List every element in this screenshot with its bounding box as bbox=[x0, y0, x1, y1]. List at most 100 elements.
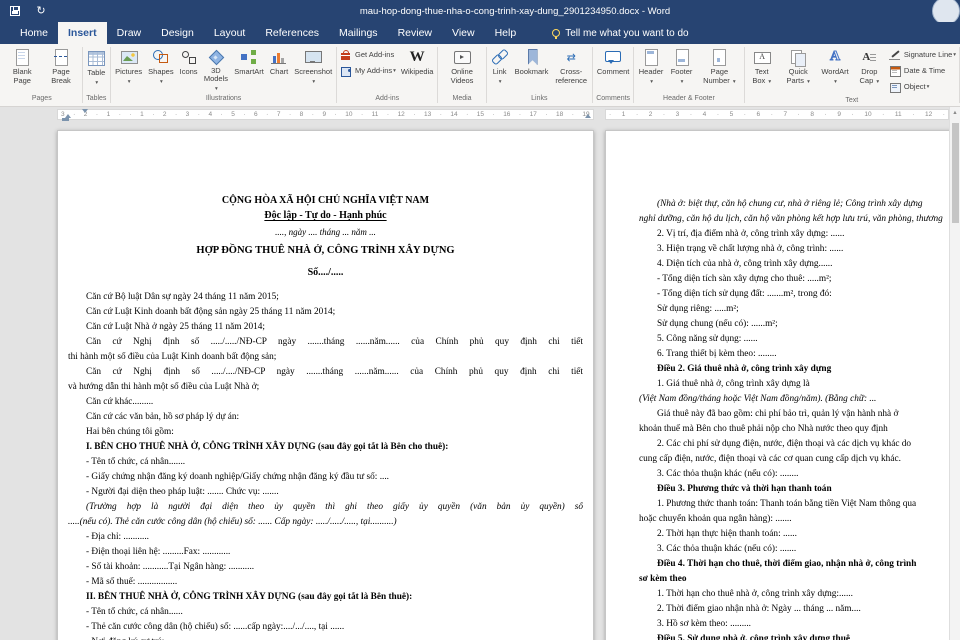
tab-view[interactable]: View bbox=[442, 22, 485, 44]
doc-line: II. BÊN THUÊ NHÀ Ở, CÔNG TRÌNH XÂY DỰNG … bbox=[68, 590, 583, 605]
chart-label: Chart bbox=[270, 67, 288, 76]
screenshot-button[interactable]: Screenshot ▾ bbox=[292, 45, 334, 93]
ruler-mark: 6 bbox=[757, 110, 761, 120]
my-add-ins-button[interactable]: My Add-ins ▾ bbox=[340, 63, 396, 78]
pictures-button[interactable]: Pictures ▾ bbox=[113, 45, 144, 93]
wordart-button[interactable]: A WordArt ▾ bbox=[819, 45, 850, 93]
quick-parts-button[interactable]: Quick Parts ▾ bbox=[779, 45, 817, 93]
ruler-mark: · bbox=[266, 110, 268, 120]
ribbon-group-add-ins: Get Add-ins My Add-ins ▾ W Wikipedia Add… bbox=[337, 44, 437, 106]
tab-insert[interactable]: Insert bbox=[58, 22, 107, 44]
object-button[interactable]: Object ▾ bbox=[889, 79, 956, 94]
icons-button[interactable]: Icons bbox=[178, 45, 200, 93]
table-button[interactable]: Table ▾ bbox=[84, 45, 108, 93]
get-add-ins-button[interactable]: Get Add-ins bbox=[340, 47, 396, 62]
tab-references[interactable]: References bbox=[255, 22, 329, 44]
doc-line: Căn cứ khác......... bbox=[68, 395, 583, 410]
ruler-mark: · bbox=[609, 110, 611, 120]
comment-label: Comment bbox=[597, 67, 630, 76]
right-indent-marker[interactable] bbox=[585, 114, 591, 118]
undo-button[interactable]: ↻ bbox=[34, 4, 48, 18]
comment-button[interactable]: Comment bbox=[595, 45, 632, 93]
ruler-mark: · bbox=[73, 110, 75, 120]
drop-cap-label: Drop Cap bbox=[860, 67, 878, 85]
ribbon-tab-bar: Home Insert Draw Design Layout Reference… bbox=[0, 22, 960, 44]
page1-content: CỘNG HÒA XÃ HỘI CHỦ NGHĨA VIỆT NAMĐộc lậ… bbox=[58, 131, 593, 640]
tab-help[interactable]: Help bbox=[485, 22, 527, 44]
dropdown-icon: ▾ bbox=[876, 79, 879, 85]
link-icon bbox=[491, 48, 509, 66]
doc-line: (Trường hợp là người đại diện theo ủy qu… bbox=[68, 500, 583, 515]
shapes-icon bbox=[152, 48, 170, 66]
ruler-mark: 4 bbox=[208, 110, 212, 120]
tab-review[interactable]: Review bbox=[388, 22, 442, 44]
page-number-label: Page Number bbox=[703, 67, 730, 85]
tab-home[interactable]: Home bbox=[10, 22, 58, 44]
ruler-mark: 1 bbox=[107, 110, 111, 120]
calendar-icon bbox=[889, 65, 901, 77]
wikipedia-button[interactable]: W Wikipedia bbox=[399, 45, 436, 93]
left-indent-marker[interactable] bbox=[62, 118, 69, 121]
scrollbar-thumb[interactable] bbox=[952, 123, 959, 223]
blank-page-button[interactable]: Blank Page bbox=[4, 45, 40, 93]
bookmark-button[interactable]: Bookmark bbox=[513, 45, 551, 93]
tell-me-label: Tell me what you want to do bbox=[565, 28, 688, 39]
text-box-icon: A bbox=[753, 48, 771, 66]
online-videos-button[interactable]: Online Videos bbox=[440, 45, 484, 93]
vertical-scrollbar[interactable]: ▲ bbox=[949, 107, 960, 640]
doc-line: Số..../..... bbox=[68, 265, 583, 280]
ruler-page1[interactable]: 3·2·1··1·2·3·4·5·6·7·8·9·10·11·12·13·14·… bbox=[57, 109, 594, 120]
document-area[interactable]: CỘNG HÒA XÃ HỘI CHỦ NGHĨA VIỆT NAMĐộc lậ… bbox=[0, 122, 960, 640]
cross-reference-button[interactable]: ⇄ Cross-reference bbox=[552, 45, 590, 93]
page-number-button[interactable]: Page Number ▾ bbox=[697, 45, 741, 93]
tab-design[interactable]: Design bbox=[151, 22, 204, 44]
drop-cap-icon: A bbox=[860, 48, 878, 66]
date-time-button[interactable]: Date & Time bbox=[889, 63, 956, 78]
doc-line: Điều 3. Phương thức và thời hạn thanh to… bbox=[639, 482, 960, 497]
smartart-button[interactable]: SmartArt bbox=[232, 45, 266, 93]
text-box-button[interactable]: A Text Box ▾ bbox=[746, 45, 777, 93]
signature-line-label: Signature Line bbox=[904, 50, 952, 59]
tab-draw[interactable]: Draw bbox=[107, 22, 152, 44]
document-page-2[interactable]: (Nhà ở: biệt thự, căn hộ chung cư, nhà ở… bbox=[605, 130, 960, 640]
shapes-button[interactable]: Shapes ▾ bbox=[146, 45, 175, 93]
tab-layout[interactable]: Layout bbox=[204, 22, 256, 44]
doc-line: nghỉ dưỡng, căn hộ du lịch, căn hộ văn p… bbox=[639, 212, 960, 227]
signature-pen-icon bbox=[889, 49, 901, 61]
ribbon-group-comments: Comment Comments bbox=[593, 44, 634, 106]
chart-button[interactable]: Chart bbox=[268, 45, 290, 93]
footer-icon bbox=[673, 48, 691, 66]
dropdown-icon: ▾ bbox=[953, 52, 956, 58]
ruler-page2[interactable]: ·1·2·3·4·5·6·7·8·9·10·11·12· bbox=[605, 109, 949, 120]
online-videos-icon bbox=[453, 48, 471, 66]
doc-line: - Tên tổ chức, cá nhân...... bbox=[68, 605, 583, 620]
drop-cap-button[interactable]: A Drop Cap ▾ bbox=[853, 45, 886, 93]
footer-button[interactable]: Footer ▾ bbox=[668, 45, 695, 93]
3d-models-button[interactable]: 3D Models ▾ bbox=[202, 45, 231, 93]
wikipedia-icon: W bbox=[408, 48, 426, 66]
dropdown-icon: ▾ bbox=[681, 79, 684, 85]
header-button[interactable]: Header ▾ bbox=[636, 45, 666, 93]
save-button[interactable] bbox=[8, 4, 22, 18]
shapes-label: Shapes bbox=[148, 67, 173, 76]
first-line-indent-marker[interactable] bbox=[82, 109, 88, 113]
wordart-label: WordArt bbox=[821, 67, 848, 76]
tell-me-box[interactable]: Tell me what you want to do bbox=[552, 22, 688, 44]
document-page-1[interactable]: CỘNG HÒA XÃ HỘI CHỦ NGHĨA VIỆT NAMĐộc lậ… bbox=[57, 130, 594, 640]
doc-line: 3. Hồ sơ kèm theo: ......... bbox=[639, 617, 960, 632]
doc-line: - Tên tổ chức, cá nhân....... bbox=[68, 455, 583, 470]
page-break-button[interactable]: Page Break bbox=[42, 45, 79, 93]
wordart-a-glyph: A bbox=[830, 49, 840, 65]
link-label: Link bbox=[493, 67, 507, 76]
ruler-mark: 11 bbox=[895, 110, 902, 120]
ruler-mark: · bbox=[636, 110, 638, 120]
tab-mailings[interactable]: Mailings bbox=[329, 22, 388, 44]
cross-reference-glyph: ⇄ bbox=[567, 51, 576, 64]
title-bar: ↻ mau-hop-dong-thue-nha-o-cong-trinh-xay… bbox=[0, 0, 960, 22]
scroll-up-icon[interactable]: ▲ bbox=[950, 107, 960, 119]
signature-line-button[interactable]: Signature Line ▾ bbox=[889, 47, 956, 62]
doc-line: 6. Trang thiết bị kèm theo: ........ bbox=[639, 347, 960, 362]
ruler-mark: 16 bbox=[503, 110, 510, 120]
doc-line: - Giấy chứng nhận đăng ký doanh nghiệp/G… bbox=[68, 470, 583, 485]
link-button[interactable]: Link ▾ bbox=[489, 45, 511, 93]
